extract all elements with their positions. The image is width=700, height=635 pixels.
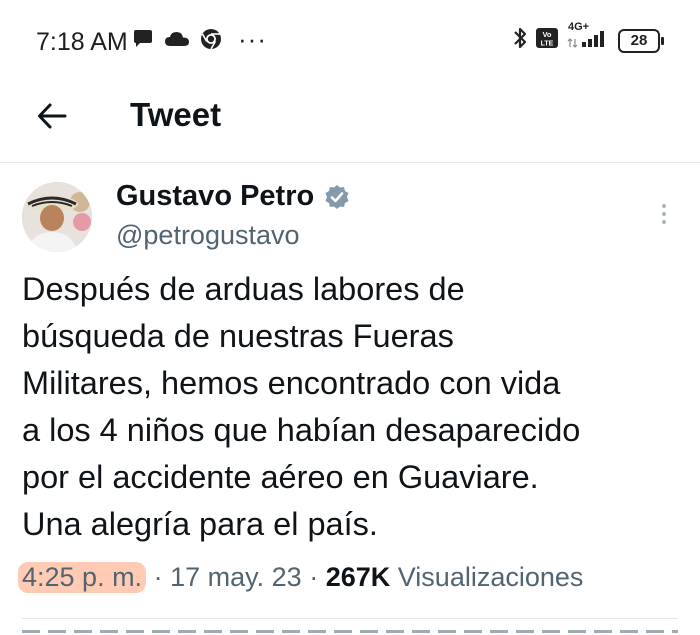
back-button[interactable] xyxy=(30,94,74,138)
author-name[interactable]: Gustavo Petro xyxy=(116,180,314,213)
signal-icon: 4G+ xyxy=(566,21,610,54)
author-name-row[interactable]: Gustavo Petro xyxy=(116,180,350,213)
author-handle[interactable]: @petrogustavo xyxy=(116,220,300,251)
tweet-text: Después de arduas labores de búsqueda de… xyxy=(22,271,581,542)
status-time: 7:18 AM xyxy=(36,28,128,56)
top-app-bar: Tweet xyxy=(0,82,700,163)
system-icons: Vo LTE 4G+ 28 xyxy=(512,21,664,55)
tweet-time[interactable]: 4:25 p. m. xyxy=(18,562,147,593)
volte-icon: Vo LTE xyxy=(536,28,558,53)
arrow-left-icon xyxy=(38,103,67,129)
clipped-next-row xyxy=(22,622,678,635)
notification-icons: ··· xyxy=(132,24,267,54)
tweet-metadata: 4:25 p. m. · 17 may. 23 · 267K Visualiza… xyxy=(18,562,584,593)
views-label[interactable]: Visualizaciones xyxy=(390,562,584,593)
more-dots-icon: ··· xyxy=(238,24,267,54)
tweet-date[interactable]: 17 may. 23 xyxy=(170,562,302,593)
bluetooth-icon xyxy=(512,26,528,55)
views-count[interactable]: 267K xyxy=(326,562,391,593)
chrome-icon xyxy=(200,28,222,50)
avatar[interactable] xyxy=(22,182,92,252)
battery-icon: 28 xyxy=(618,28,664,53)
svg-text:LTE: LTE xyxy=(541,41,554,48)
svg-text:Vo: Vo xyxy=(542,30,551,39)
status-bar: 7:18 AM ··· Vo LTE 4G+ 28 xyxy=(0,0,700,82)
chat-bubble-icon xyxy=(132,29,154,49)
vertical-dots-icon xyxy=(662,204,666,208)
network-type-label: 4G+ xyxy=(568,21,590,33)
cloud-icon xyxy=(164,30,190,48)
meta-separator: · xyxy=(309,562,319,592)
meta-separator: · xyxy=(153,562,163,592)
verified-badge-icon xyxy=(325,184,349,209)
page-title: Tweet xyxy=(130,96,222,133)
more-options-button[interactable] xyxy=(650,198,678,230)
divider xyxy=(22,618,678,619)
